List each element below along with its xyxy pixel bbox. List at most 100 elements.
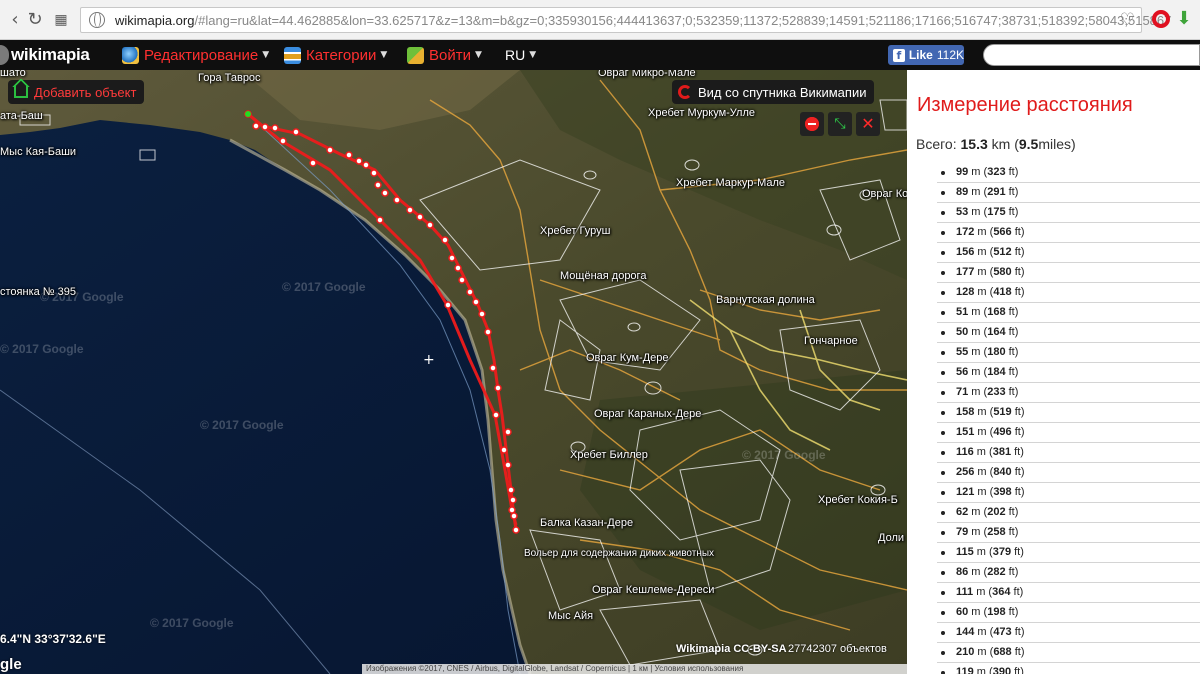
segment-item: 79 m (258 ft): [937, 523, 1200, 543]
segment-item: 256 m (840 ft): [937, 463, 1200, 483]
map-label[interactable]: Овраг Кум-Дере: [586, 352, 669, 364]
remove-point-button[interactable]: [800, 112, 824, 136]
map-label[interactable]: Хребет Муркум-Улле: [648, 107, 755, 119]
segment-item: 111 m (364 ft): [937, 583, 1200, 603]
segment-item: 60 m (198 ft): [937, 603, 1200, 623]
map-label[interactable]: Варнутская долина: [716, 294, 815, 306]
segment-item: 50 m (164 ft): [937, 323, 1200, 343]
distance-panel: ✕ ▶ Измерение расстояния Всего: 15.3 km …: [907, 70, 1200, 674]
chevron-down-icon: ▼: [529, 50, 537, 60]
map-label[interactable]: шато: [0, 70, 26, 79]
google-watermark: © 2017 Google: [742, 448, 826, 462]
map-label[interactable]: Хребет Гуруш: [540, 225, 610, 237]
facebook-icon: f: [893, 48, 905, 62]
map-label[interactable]: стоянка № 395: [0, 286, 76, 298]
segment-item: 119 m (390 ft): [937, 663, 1200, 674]
bookmark-heart-icon[interactable]: ♡: [1120, 10, 1135, 30]
segment-item: 121 m (398 ft): [937, 483, 1200, 503]
segment-item: 144 m (473 ft): [937, 623, 1200, 643]
map-label[interactable]: Мыс Кая-Баши: [0, 146, 76, 158]
map-label[interactable]: Балка Казан-Дере: [540, 517, 633, 529]
map-label[interactable]: ата-Баш: [0, 110, 43, 122]
map-label[interactable]: Хребет Кокия-Б: [818, 494, 898, 506]
wikimapia-topbar: wikimapia Редактирование ▼ Категории ▼ Вой…: [0, 40, 1200, 70]
license-link[interactable]: Wikimapia CC-BY-SA: [676, 643, 787, 655]
google-watermark: © 2017 Google: [0, 342, 84, 356]
segment-item: 151 m (496 ft): [937, 423, 1200, 443]
satellite-view-button[interactable]: Вид со спутника Викимапии: [672, 80, 875, 104]
logo-globe-icon: [0, 45, 9, 65]
map-label[interactable]: Овраг Ко: [862, 188, 907, 200]
url-text: wikimapia.org/#lang=ru&lat=44.462885&lon…: [115, 13, 1172, 28]
segment-item: 210 m (688 ft): [937, 643, 1200, 663]
segment-item: 128 m (418 ft): [937, 283, 1200, 303]
expand-icon: ⤡: [834, 116, 846, 132]
download-icon[interactable]: ⬇: [1174, 8, 1194, 30]
categories-icon: [284, 46, 301, 64]
menu-edit[interactable]: Редактирование ▼: [122, 45, 269, 65]
opera-icon[interactable]: [1152, 10, 1170, 28]
google-logo: gle: [0, 656, 22, 673]
facebook-like-button[interactable]: f Like 112K: [888, 45, 964, 65]
google-watermark: © 2017 Google: [200, 418, 284, 432]
segment-list: 99 m (323 ft) 89 m (291 ft) 53 m (175 ft) 1…: [937, 163, 1200, 674]
segment-item: 62 m (202 ft): [937, 503, 1200, 523]
map-label[interactable]: Гора Таврос: [198, 72, 261, 84]
map-label[interactable]: Овраг Караных-Дере: [594, 408, 701, 420]
segment-item: 89 m (291 ft): [937, 183, 1200, 203]
panel-title: Измерение расстояния: [917, 94, 1133, 116]
google-watermark: © 2017 Google: [150, 616, 234, 630]
map-label[interactable]: Хребет Маркур-Мале: [676, 177, 785, 189]
house-plus-icon: [12, 79, 30, 98]
google-watermark: © 2017 Google: [282, 280, 366, 294]
segment-item: 172 m (566 ft): [937, 223, 1200, 243]
map-canvas[interactable]: © 2017 Google © 2017 Google © 2017 Googl…: [0, 70, 907, 674]
map-label[interactable]: Гончарное: [804, 335, 858, 347]
language-selector[interactable]: RU ▼: [505, 45, 536, 65]
segment-item: 177 m (580 ft): [937, 263, 1200, 283]
satellite-imagery: [0, 70, 907, 674]
total-distance: Всего: 15.3 km (9.5miles): [916, 136, 1076, 152]
segment-item: 86 m (282 ft): [937, 563, 1200, 583]
search-input[interactable]: [983, 44, 1200, 66]
object-count: 27742307 объектов: [788, 643, 887, 655]
address-bar[interactable]: wikimapia.org/#lang=ru&lat=44.462885&lon…: [80, 7, 1171, 33]
segment-item: 115 m (379 ft): [937, 543, 1200, 563]
map-label[interactable]: Овраг Кешлеме-Дереси: [592, 584, 714, 596]
edit-globe-icon: [122, 46, 139, 64]
menu-categories[interactable]: Категории ▼: [284, 45, 387, 65]
browser-toolbar: ‹ ↻ ▦ wikimapia.org/#lang=ru&lat=44.4628…: [0, 0, 1200, 40]
map-label[interactable]: Хребет Биллер: [570, 449, 648, 461]
chevron-down-icon: ▼: [380, 50, 388, 60]
map-label[interactable]: Овраг Микро-Мале: [598, 70, 696, 79]
close-icon: ✕: [861, 114, 875, 133]
fit-route-button[interactable]: ⤡: [828, 112, 852, 136]
segment-item: 55 m (180 ft): [937, 343, 1200, 363]
map-label[interactable]: Мыс Айя: [548, 610, 593, 622]
segment-item: 99 m (323 ft): [937, 163, 1200, 183]
segment-item: 158 m (519 ft): [937, 403, 1200, 423]
segment-item: 71 m (233 ft): [937, 383, 1200, 403]
chevron-down-icon: ▼: [474, 50, 482, 60]
map-label[interactable]: Доли: [878, 532, 904, 544]
segment-item: 56 m (184 ft): [937, 363, 1200, 383]
segment-item: 156 m (512 ft): [937, 243, 1200, 263]
segment-item: 116 m (381 ft): [937, 443, 1200, 463]
add-object-button[interactable]: Добавить объект: [8, 79, 145, 104]
globe-icon: [89, 12, 105, 28]
chevron-down-icon: ▼: [262, 50, 270, 60]
satellite-icon: [678, 85, 692, 99]
tabs-grid-icon[interactable]: ▦: [48, 8, 74, 32]
reload-icon[interactable]: ↻: [22, 8, 48, 32]
imagery-attribution[interactable]: Изображения ©2017, CNES / Airbus, Digita…: [362, 664, 907, 674]
map-label[interactable]: Вольер для содержания диких животных: [524, 548, 714, 559]
cancel-measure-button[interactable]: ✕: [856, 112, 880, 136]
crosshair-icon: +: [423, 352, 435, 368]
wikimapia-logo[interactable]: wikimapia: [0, 43, 90, 67]
login-icon: [407, 46, 424, 64]
map-label[interactable]: Мощёная дорога: [560, 270, 646, 282]
cursor-coordinates: 6.4"N 33°37'32.6"E: [0, 632, 106, 646]
segment-item: 53 m (175 ft): [937, 203, 1200, 223]
segment-item: 51 m (168 ft): [937, 303, 1200, 323]
menu-login[interactable]: Войти ▼: [407, 45, 482, 65]
